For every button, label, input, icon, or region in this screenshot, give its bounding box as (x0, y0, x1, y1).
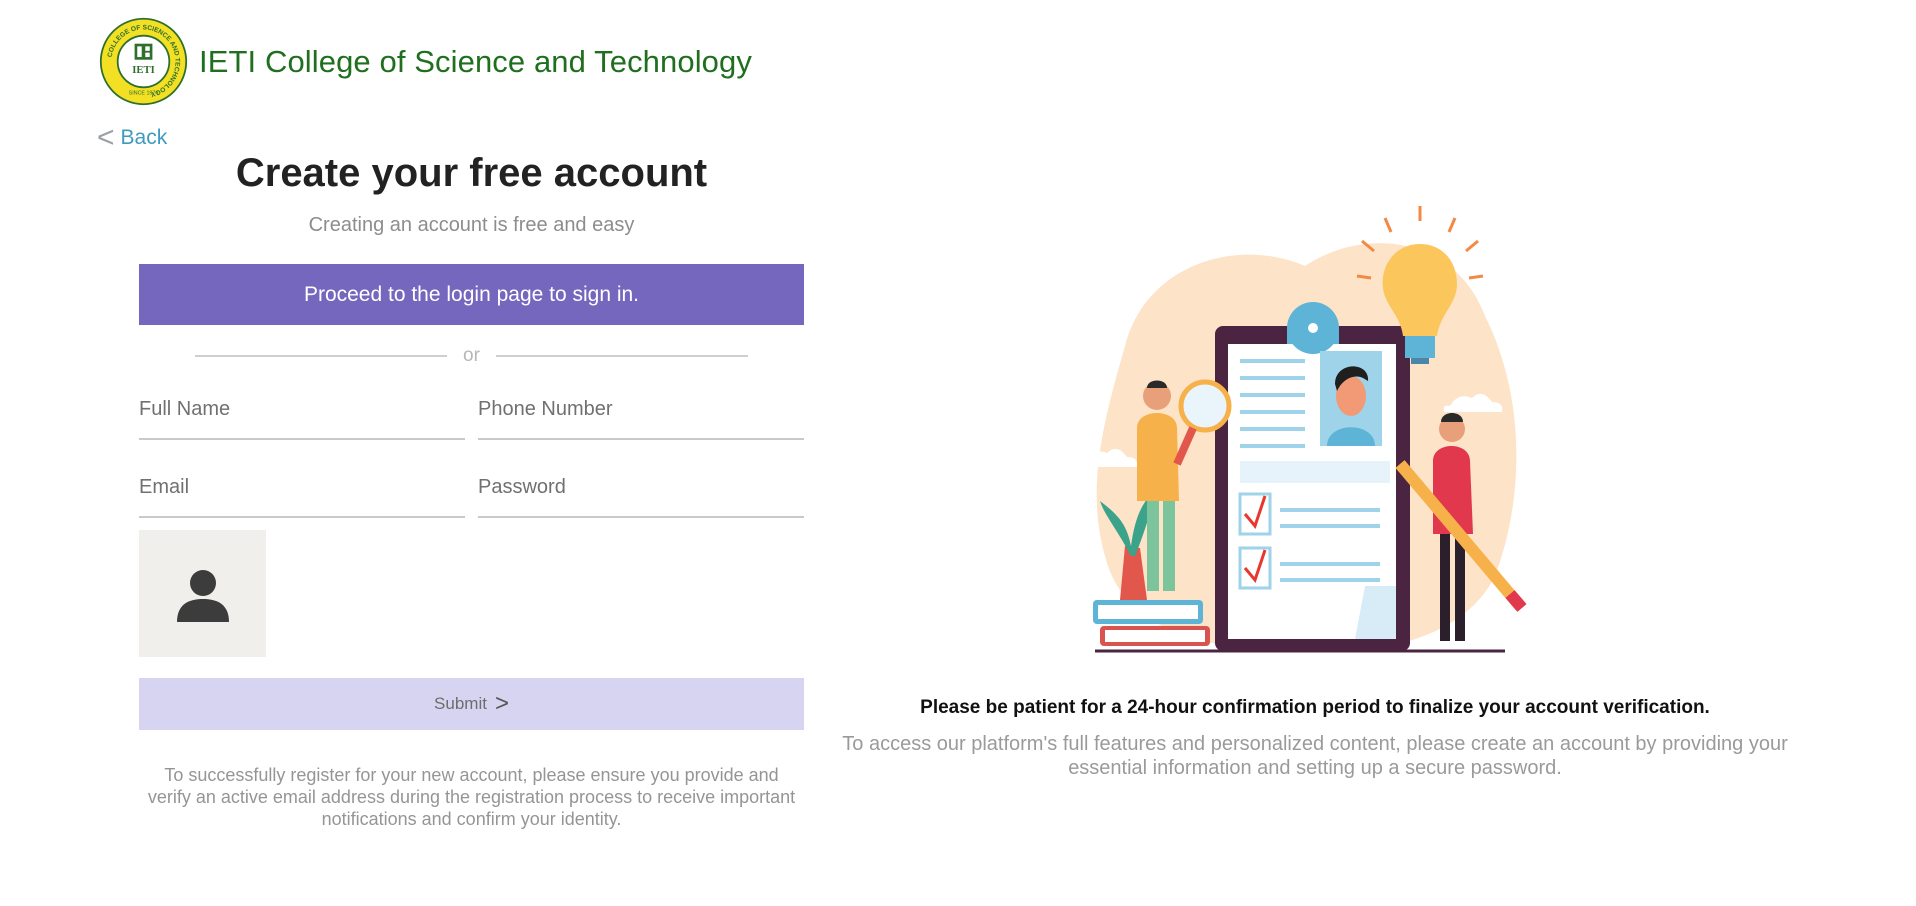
svg-text:SINCE 1974: SINCE 1974 (129, 90, 159, 96)
avatar-upload[interactable] (139, 530, 266, 657)
chevron-left-icon: < (97, 121, 115, 154)
info-panel: Please be patient for a 24-hour confirma… (840, 697, 1790, 780)
chevron-right-icon: > (494, 690, 509, 717)
divider-line-left (195, 355, 448, 357)
email-password-row (139, 466, 804, 518)
user-avatar-icon (176, 569, 229, 622)
college-logo: COLLEGE OF SCIENCE AND TECHNOLOGY IETI S… (99, 17, 188, 106)
registration-form: Create your free account Creating an acc… (139, 148, 804, 830)
registration-illustration (1078, 206, 1527, 653)
divider-text: or (463, 345, 480, 366)
form-title: Create your free account (235, 151, 708, 195)
patience-message: Please be patient for a 24-hour confirma… (920, 697, 1710, 718)
submit-button[interactable]: Submit > (139, 678, 804, 730)
full-name-field[interactable] (139, 388, 465, 440)
brand-header: COLLEGE OF SCIENCE AND TECHNOLOGY IETI S… (99, 17, 752, 106)
back-label: Back (120, 126, 168, 149)
submit-label: Submit (434, 694, 487, 713)
or-divider: or (139, 345, 804, 367)
form-subtitle: Creating an account is free and easy (308, 214, 635, 236)
registration-note: To successfully register for your new ac… (147, 765, 796, 829)
email-field[interactable] (139, 466, 465, 518)
phone-number-field[interactable] (478, 388, 804, 440)
password-field[interactable] (478, 466, 804, 518)
info-description: To access our platform's full features a… (842, 733, 1788, 779)
login-page-button[interactable]: Proceed to the login page to sign in. (139, 264, 804, 325)
divider-line-right (495, 355, 748, 357)
svg-text:IETI: IETI (132, 64, 155, 76)
college-name: IETI College of Science and Technology (199, 43, 752, 79)
name-phone-row (139, 388, 804, 440)
registration-page: COLLEGE OF SCIENCE AND TECHNOLOGY IETI S… (0, 0, 1916, 906)
